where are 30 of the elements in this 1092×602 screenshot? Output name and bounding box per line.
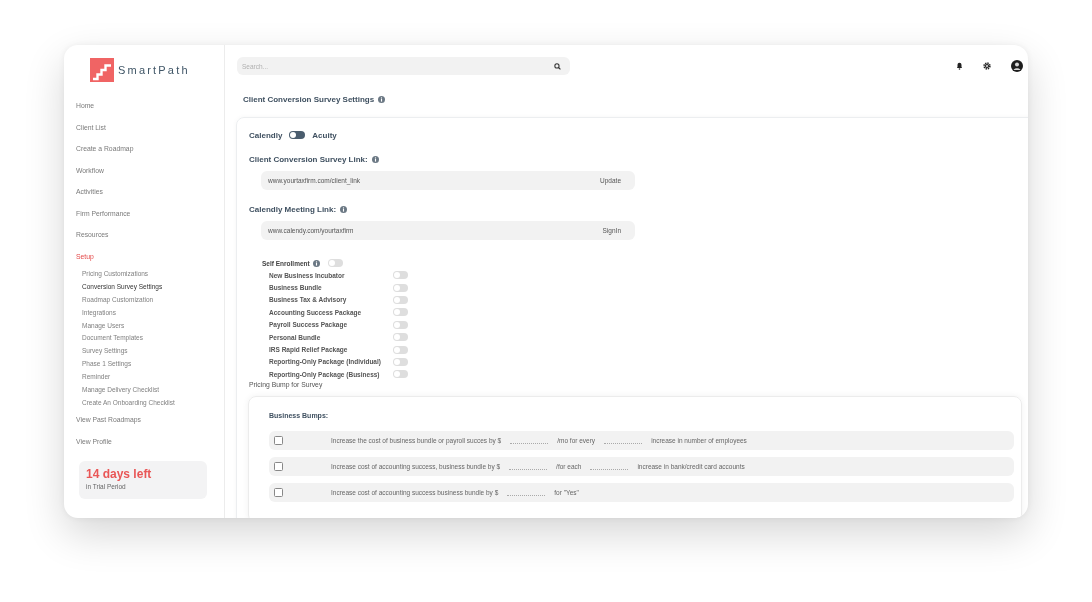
trial-days: 14 days left (86, 466, 152, 481)
info-icon (371, 155, 379, 163)
option-label: Calendly (249, 130, 283, 140)
settings-icon[interactable] (983, 62, 991, 70)
toggle-switch[interactable] (393, 271, 408, 280)
toggle-switch[interactable] (393, 308, 408, 317)
logo-text: SmartPath (118, 64, 190, 76)
info-icon (378, 96, 386, 103)
info-icon (312, 259, 320, 267)
page-title: Client Conversion Survey Settings (243, 95, 375, 104)
toggle-switch[interactable] (393, 283, 408, 292)
scheduler-switch[interactable] (289, 131, 306, 139)
checkbox[interactable] (274, 461, 283, 471)
toggle-switch[interactable] (393, 345, 408, 354)
bell-icon[interactable] (956, 62, 963, 70)
toggle-switch[interactable] (393, 295, 408, 304)
search-icon[interactable] (554, 62, 561, 70)
info-icon (340, 205, 348, 213)
field-label: Client Conversion Survey Link: (249, 154, 368, 164)
toggle-switch[interactable] (393, 320, 408, 329)
checkbox[interactable] (274, 435, 283, 445)
avatar-icon[interactable] (1011, 60, 1023, 72)
option-label: Acuity (312, 130, 337, 140)
toggle-switch[interactable] (393, 333, 408, 342)
toggle-switch[interactable] (327, 259, 343, 267)
toggle-switch[interactable] (393, 357, 408, 366)
field-label: Calendly Meeting Link: (249, 204, 337, 214)
logo-icon (90, 58, 114, 82)
toggle-switch[interactable] (393, 370, 408, 379)
checkbox[interactable] (274, 487, 283, 497)
